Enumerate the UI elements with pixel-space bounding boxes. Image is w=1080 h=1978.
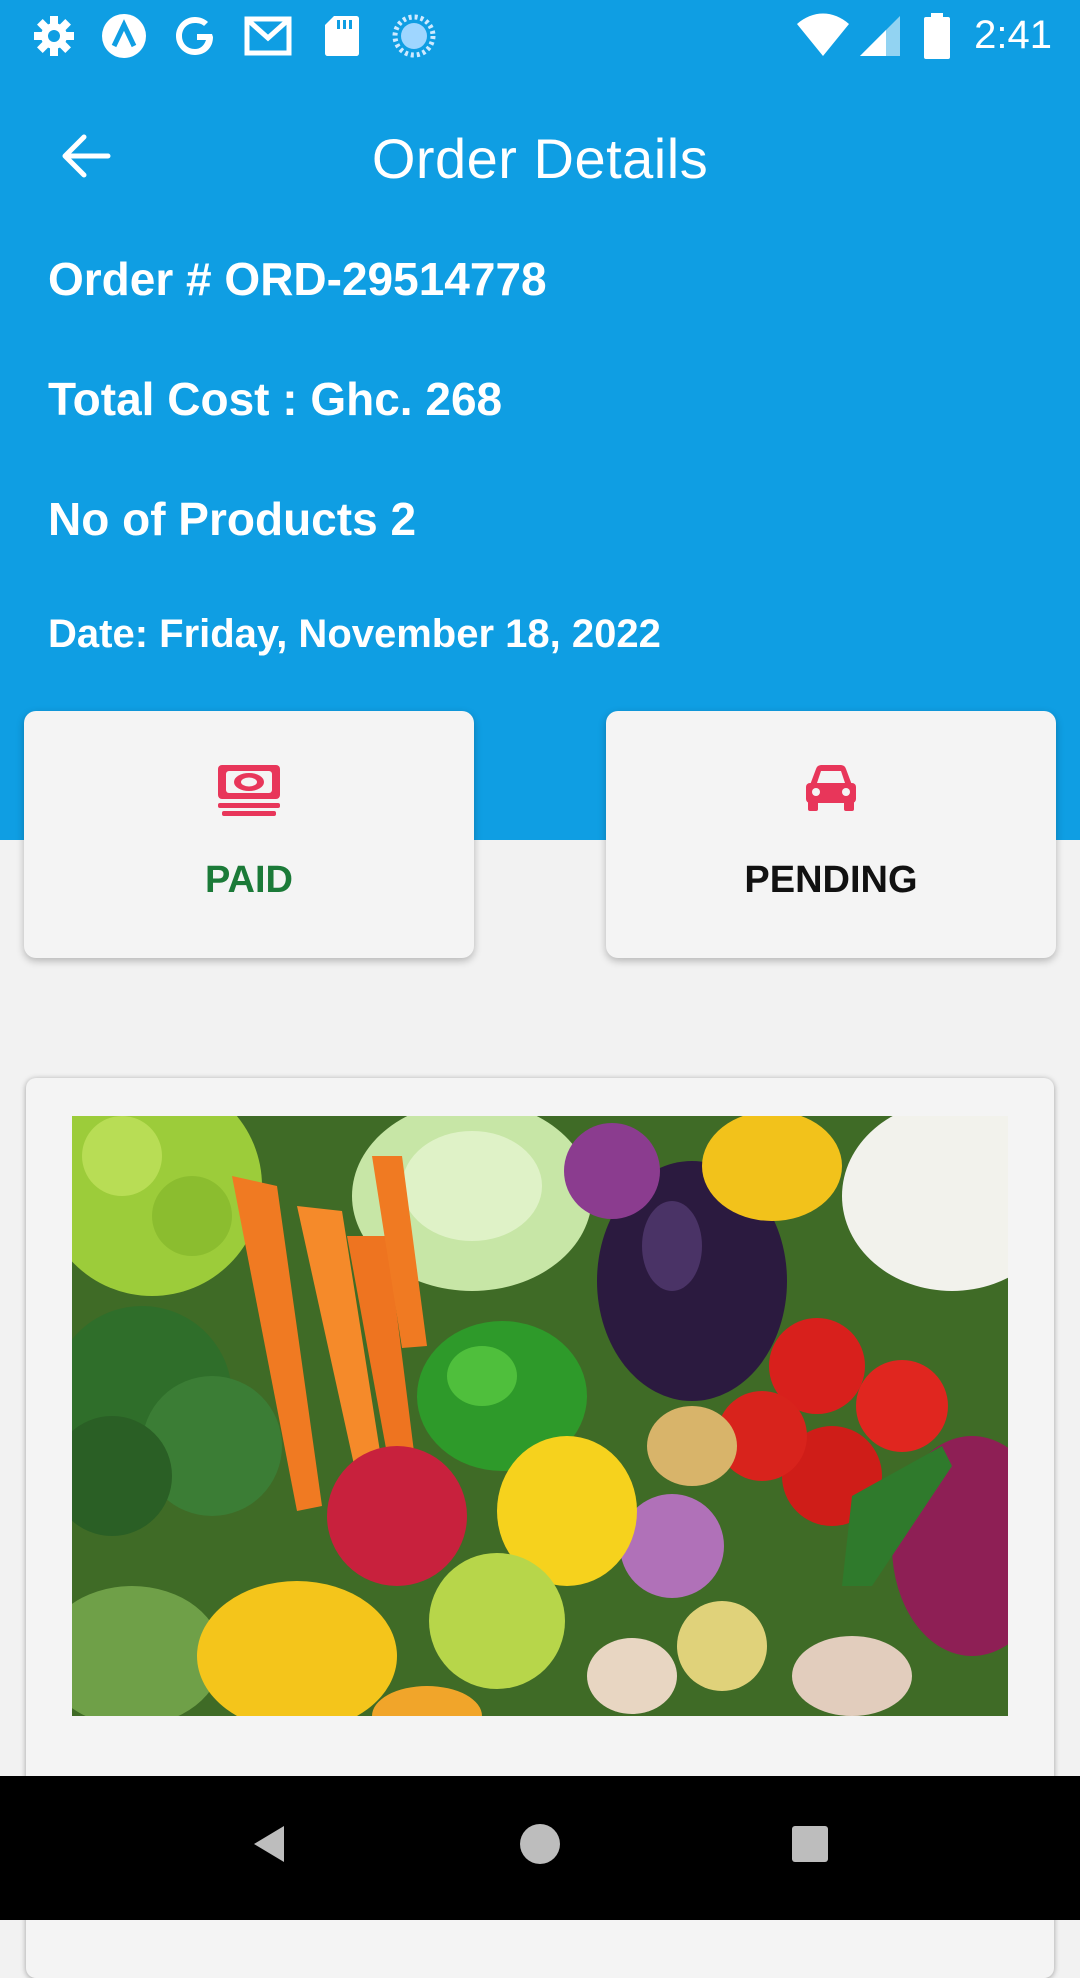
gmail-icon [244, 16, 292, 56]
order-total-cost: Total Cost : Ghc. 268 [48, 373, 503, 425]
system-nav-bar [0, 1776, 1080, 1920]
page-title: Order Details [371, 127, 709, 190]
back-triangle-icon[interactable] [248, 1822, 292, 1866]
payment-status-card[interactable]: PAID [24, 711, 474, 958]
order-number: Order # ORD-29514778 [48, 253, 547, 305]
money-icon [218, 765, 280, 816]
order-product-count: No of Products 2 [48, 493, 417, 545]
arrow-up-circle-icon [102, 14, 146, 58]
payment-status-label: PAID [205, 859, 293, 901]
recents-square-icon[interactable] [790, 1824, 830, 1864]
status-bar: 2:41 [0, 0, 1080, 75]
wifi-icon [797, 13, 849, 56]
loading-icon [392, 14, 436, 58]
status-time: 2:41 [974, 13, 1052, 57]
google-icon [176, 17, 213, 55]
gear-icon [34, 16, 74, 56]
order-date: Date: Friday, November 18, 2022 [48, 612, 661, 656]
delivery-status-label: PENDING [744, 859, 918, 901]
signal-icon [860, 16, 900, 56]
vegetables-photo [72, 1116, 1008, 1716]
home-circle-icon[interactable] [518, 1822, 562, 1866]
car-icon [806, 765, 856, 811]
sd-card-icon [325, 16, 359, 56]
battery-icon [924, 13, 950, 59]
delivery-status-card[interactable]: PENDING [606, 711, 1056, 958]
